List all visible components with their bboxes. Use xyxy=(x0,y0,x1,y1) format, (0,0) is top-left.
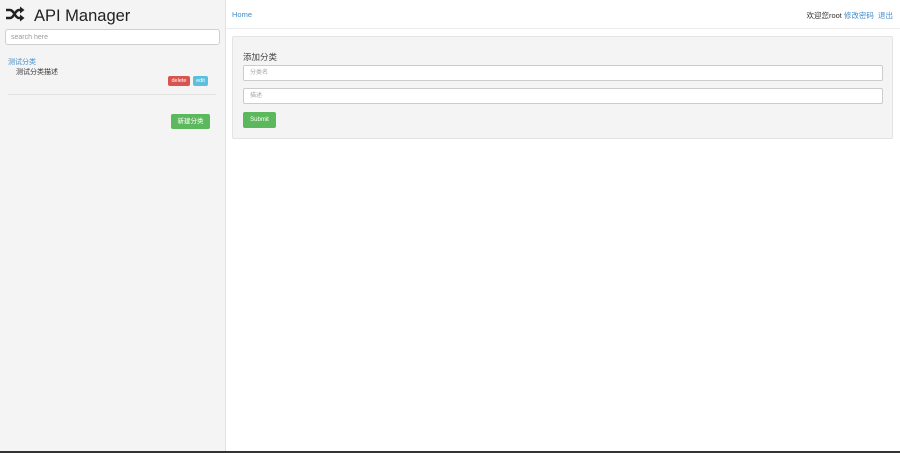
edit-category-button[interactable]: edit xyxy=(193,76,208,86)
top-nav: Home 欢迎您root 修改密码 退出 xyxy=(226,0,900,29)
category-description: 测试分类描述 xyxy=(16,69,58,76)
shuffle-icon xyxy=(5,6,25,27)
new-category-button[interactable]: 新建分类 xyxy=(171,114,210,129)
brand[interactable]: API Manager xyxy=(5,5,130,27)
logout-link[interactable]: 退出 xyxy=(878,11,893,20)
delete-category-button[interactable]: delete xyxy=(168,76,190,86)
app-title: API Manager xyxy=(34,6,131,25)
change-password-link[interactable]: 修改密码 xyxy=(844,11,874,20)
category-link[interactable]: 测试分类 xyxy=(8,57,36,67)
panel-title: 添加分类 xyxy=(243,52,278,62)
search-input[interactable] xyxy=(5,29,220,45)
category-name-input[interactable] xyxy=(243,65,883,81)
home-link[interactable]: Home xyxy=(232,10,252,19)
add-category-panel: 添加分类 Submit xyxy=(232,36,893,139)
category-description-input[interactable] xyxy=(243,88,883,104)
app-window: API Manager 测试分类 测试分类描述 delete edit 新建分类… xyxy=(0,0,900,453)
user-area: 欢迎您root 修改密码 退出 xyxy=(806,10,893,21)
submit-button[interactable]: Submit xyxy=(243,112,276,128)
sidebar: API Manager 测试分类 测试分类描述 delete edit 新建分类 xyxy=(0,0,226,453)
category-divider xyxy=(8,94,216,95)
welcome-text: 欢迎您root xyxy=(806,11,842,20)
